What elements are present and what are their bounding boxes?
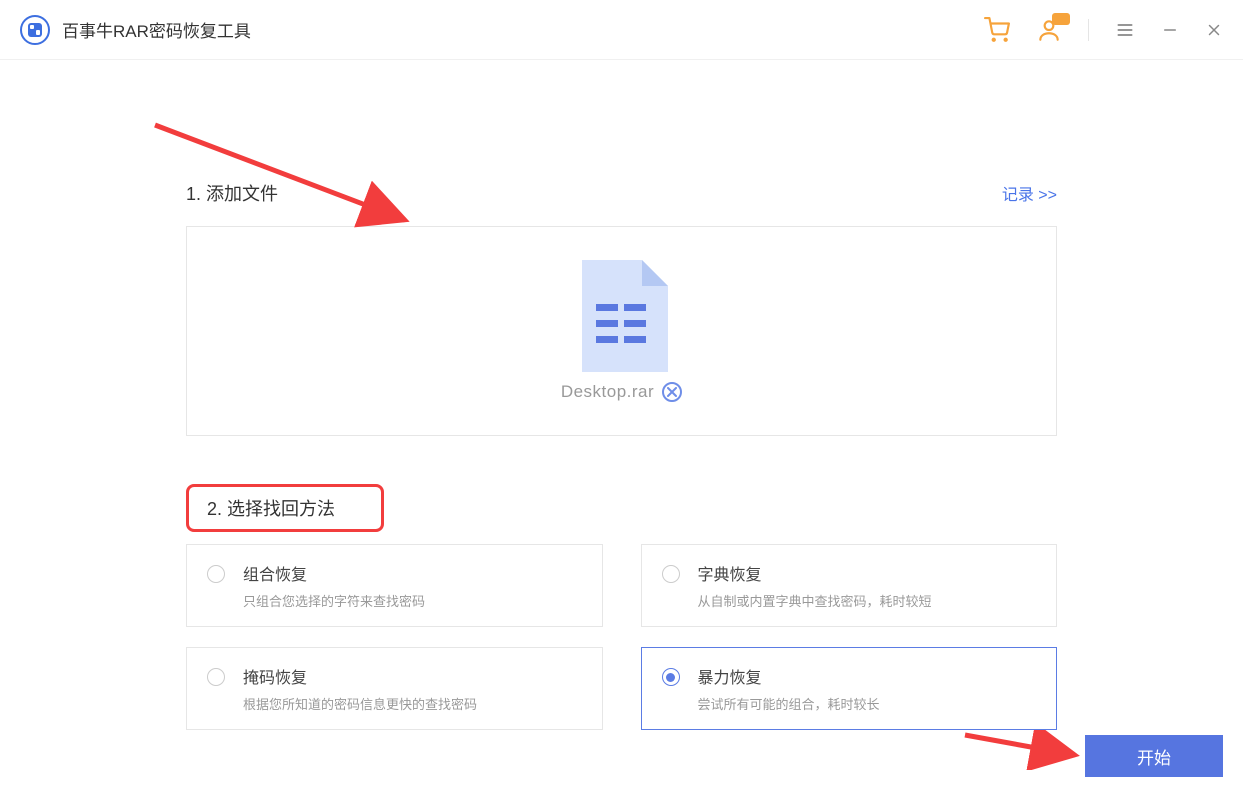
close-icon[interactable] bbox=[1205, 21, 1223, 39]
step2-label: 2. 选择找回方法 bbox=[207, 499, 335, 519]
file-icon bbox=[576, 260, 668, 372]
method-title: 字典恢复 bbox=[698, 561, 932, 585]
method-title: 组合恢复 bbox=[243, 561, 425, 585]
main-content: 1. 添加文件 记录 >> Desktop.rar bbox=[0, 60, 1243, 730]
method-bruteforce[interactable]: 暴力恢复 尝试所有可能的组合，耗时较长 bbox=[641, 647, 1058, 730]
method-desc: 只组合您选择的字符来查找密码 bbox=[243, 591, 425, 610]
method-desc: 根据您所知道的密码信息更快的查找密码 bbox=[243, 694, 477, 713]
method-combination[interactable]: 组合恢复 只组合您选择的字符来查找密码 bbox=[186, 544, 603, 627]
cart-icon[interactable] bbox=[984, 17, 1010, 43]
method-title: 暴力恢复 bbox=[698, 664, 880, 688]
method-dictionary[interactable]: 字典恢复 从自制或内置字典中查找密码，耗时较短 bbox=[641, 544, 1058, 627]
radio-icon bbox=[207, 565, 225, 583]
method-desc: 从自制或内置字典中查找密码，耗时较短 bbox=[698, 591, 932, 610]
app-logo bbox=[20, 15, 50, 45]
remove-file-icon[interactable] bbox=[662, 382, 682, 402]
start-button[interactable]: 开始 bbox=[1085, 735, 1223, 777]
log-link[interactable]: 记录 >> bbox=[1002, 181, 1057, 205]
method-mask[interactable]: 掩码恢复 根据您所知道的密码信息更快的查找密码 bbox=[186, 647, 603, 730]
file-dropzone[interactable]: Desktop.rar bbox=[186, 226, 1057, 436]
app-title: 百事牛RAR密码恢复工具 bbox=[62, 17, 251, 42]
vip-badge bbox=[1052, 13, 1070, 25]
radio-icon bbox=[662, 565, 680, 583]
method-desc: 尝试所有可能的组合，耗时较长 bbox=[698, 694, 880, 713]
menu-icon[interactable] bbox=[1115, 20, 1135, 40]
radio-icon bbox=[662, 668, 680, 686]
step2-highlight: 2. 选择找回方法 bbox=[186, 484, 384, 532]
titlebar-left: 百事牛RAR密码恢复工具 bbox=[20, 15, 251, 45]
titlebar: 百事牛RAR密码恢复工具 bbox=[0, 0, 1243, 60]
step1-header: 1. 添加文件 记录 >> bbox=[186, 180, 1057, 206]
file-item: Desktop.rar bbox=[561, 260, 682, 402]
annotation-arrow-2 bbox=[960, 730, 1090, 770]
radio-icon bbox=[207, 668, 225, 686]
minimize-icon[interactable] bbox=[1161, 21, 1179, 39]
file-name: Desktop.rar bbox=[561, 382, 654, 402]
method-title: 掩码恢复 bbox=[243, 664, 477, 688]
method-grid: 组合恢复 只组合您选择的字符来查找密码 字典恢复 从自制或内置字典中查找密码，耗… bbox=[186, 544, 1057, 730]
separator bbox=[1088, 19, 1089, 41]
titlebar-right bbox=[984, 17, 1223, 43]
step1-label: 1. 添加文件 bbox=[186, 180, 278, 206]
user-icon[interactable] bbox=[1036, 17, 1062, 43]
footer: 开始 bbox=[1085, 735, 1223, 777]
